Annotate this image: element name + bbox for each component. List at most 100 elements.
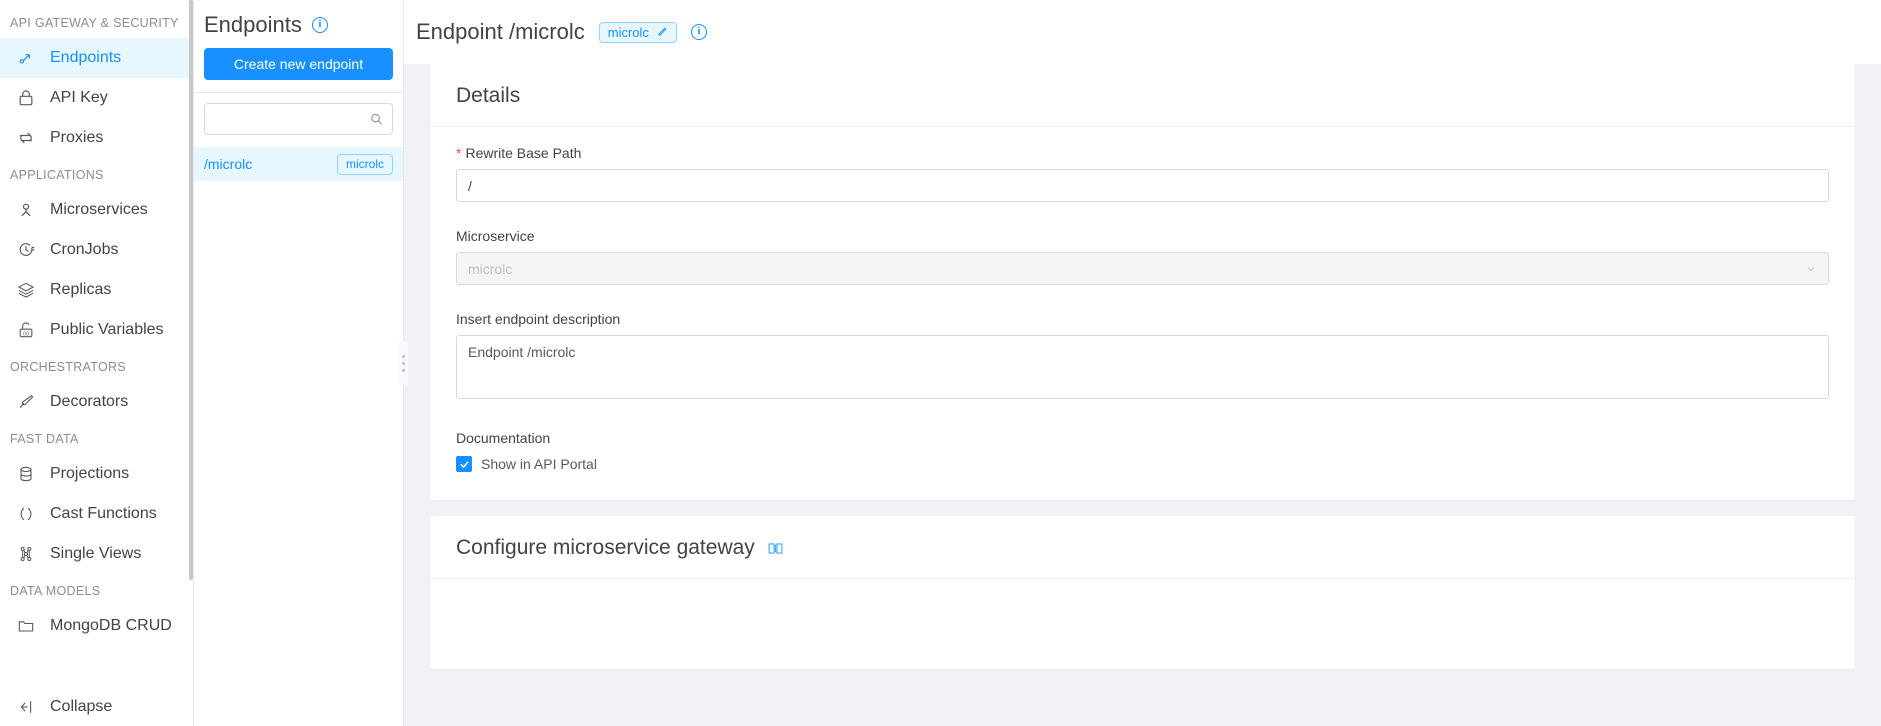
graph-nodes-icon [15,543,37,565]
create-endpoint-wrap: Create new endpoint [194,48,403,92]
sidebar: API GATEWAY & SECURITY Endpoints API Key [0,0,194,726]
show-in-api-portal-label: Show in API Portal [481,456,597,472]
sidebar-group-title-api-gateway: API GATEWAY & SECURITY [10,16,179,30]
field-documentation: Documentation Show in API Portal [456,430,1829,472]
details-card-title: Details [456,84,521,107]
gateway-card-title: Configure microservice gateway [456,536,755,559]
sidebar-item-cronjobs[interactable]: CronJobs [0,230,193,270]
page-title: Endpoint /microlc [416,19,585,44]
endpoint-icon [15,47,37,69]
label-text: Rewrite Base Path [465,145,582,161]
sidebar-item-microservices[interactable]: Microservices [0,190,193,230]
sidebar-item-label: Microservices [50,201,148,218]
swap-icon [15,127,37,149]
main-content: Endpoint /microlc microlc i Details * Rew… [404,0,1881,726]
app-root: API GATEWAY & SECURITY Endpoints API Key [0,0,1881,726]
details-card: Details *Rewrite Base Path Microservice … [430,64,1855,500]
handle-dot [401,354,405,358]
pen-icon [15,391,37,413]
sidebar-item-label: Public Variables [50,321,164,338]
microservice-select-value: microlc [468,260,513,277]
sidebar-footer: Collapse [0,688,193,726]
field-endpoint-description: Insert endpoint description [456,311,1829,404]
sidebar-item-decorators[interactable]: Decorators [0,382,193,422]
details-card-body: *Rewrite Base Path Microservice microlc [430,127,1855,500]
handle-dot [401,368,405,372]
rewrite-base-path-label: * Rewrite Base Path [456,145,1829,161]
svg-text:(x): (x) [23,331,29,337]
endpoint-description-textarea[interactable] [456,335,1829,399]
endpoint-tag: microlc [337,153,393,175]
details-card-header: Details [430,64,1855,127]
collapse-left-icon [15,696,37,718]
microservice-select: microlc [456,252,1829,285]
microservice-tag-label: microlc [607,24,649,40]
lock-icon [15,87,37,109]
sidebar-item-label: Endpoints [50,49,122,66]
book-icon[interactable] [767,540,784,557]
sidebar-item-proxies[interactable]: Proxies [0,118,193,158]
documentation-label: Documentation [456,430,551,446]
sidebar-item-label: Cast Functions [50,505,157,522]
field-rewrite-base-path: * Rewrite Base Path [456,145,1829,202]
sidebar-group-title-orchestrators: ORCHESTRATORS [10,360,126,374]
field-microservice: Microservice microlc [456,228,1829,285]
search-box[interactable] [204,103,393,135]
endpoint-path: /microlc [204,156,253,172]
sidebar-collapse-button[interactable]: Collapse [0,688,193,726]
sidebar-item-projections[interactable]: Projections [0,454,193,494]
show-in-api-portal-checkbox[interactable] [456,456,472,472]
endpoint-list-item-microlc[interactable]: /microlc microlc [194,147,403,181]
sidebar-item-label: Projections [50,465,130,482]
panel-resize-handle[interactable] [398,341,408,385]
database-icon [15,463,37,485]
parentheses-icon [15,503,37,525]
pencil-icon[interactable] [656,26,668,38]
sidebar-item-api-key[interactable]: API Key [0,78,193,118]
folder-icon [15,615,37,637]
sidebar-item-label: Decorators [50,393,129,410]
layers-icon [15,279,37,301]
sidebar-item-label: Single Views [50,545,142,562]
main-header: Endpoint /microlc microlc i [404,0,1881,64]
sidebar-item-label: CronJobs [50,241,119,258]
unlock-variable-icon: (x) [15,319,37,341]
search-input[interactable] [205,104,392,134]
sidebar-item-cast-functions[interactable]: Cast Functions [0,494,193,534]
sidebar-scrollbar[interactable] [189,0,193,580]
clock-icon [15,239,37,261]
sidebar-group-title-applications: APPLICATIONS [10,168,104,182]
sidebar-group-title-data-models: DATA MODELS [10,584,101,598]
sidebar-item-single-views[interactable]: Single Views [0,534,193,574]
sidebar-item-endpoints[interactable]: Endpoints [0,38,193,78]
search-icon[interactable] [369,112,384,127]
sidebar-item-label: Proxies [50,129,104,146]
endpoint-list-header: Endpoints i [194,0,403,48]
sidebar-collapse-label: Collapse [50,698,113,715]
info-circle-icon[interactable]: i [311,17,328,33]
microservice-icon [15,199,37,221]
panel-title: Endpoints [204,12,302,37]
sidebar-item-label: MongoDB CRUD [50,617,172,634]
handle-dot [401,361,405,365]
gateway-card: Configure microservice gateway [430,516,1855,669]
create-new-endpoint-button[interactable]: Create new endpoint [204,48,393,80]
microservice-label: Microservice [456,228,535,244]
sidebar-group-title-fast-data: FAST DATA [10,432,79,446]
sidebar-item-label: API Key [50,89,108,106]
rewrite-base-path-input[interactable] [456,169,1829,202]
microservice-tag-editable[interactable]: microlc [598,21,677,43]
sidebar-item-mongodb-crud[interactable]: MongoDB CRUD [0,606,193,646]
sidebar-item-label: Replicas [50,281,112,298]
sidebar-item-public-variables[interactable]: (x) Public Variables [0,310,193,350]
info-circle-icon[interactable]: i [690,24,707,40]
gateway-card-header: Configure microservice gateway [430,516,1855,579]
gateway-card-body [430,579,1855,669]
endpoint-description-label: Insert endpoint description [456,311,621,327]
show-in-api-portal-row[interactable]: Show in API Portal [456,456,1829,472]
endpoint-search-wrap [194,93,403,147]
sidebar-item-replicas[interactable]: Replicas [0,270,193,310]
required-asterisk: * [456,145,462,161]
endpoint-list-panel: Endpoints i Create new endpoint /microlc… [194,0,408,726]
chevron-down-icon [1805,263,1817,275]
